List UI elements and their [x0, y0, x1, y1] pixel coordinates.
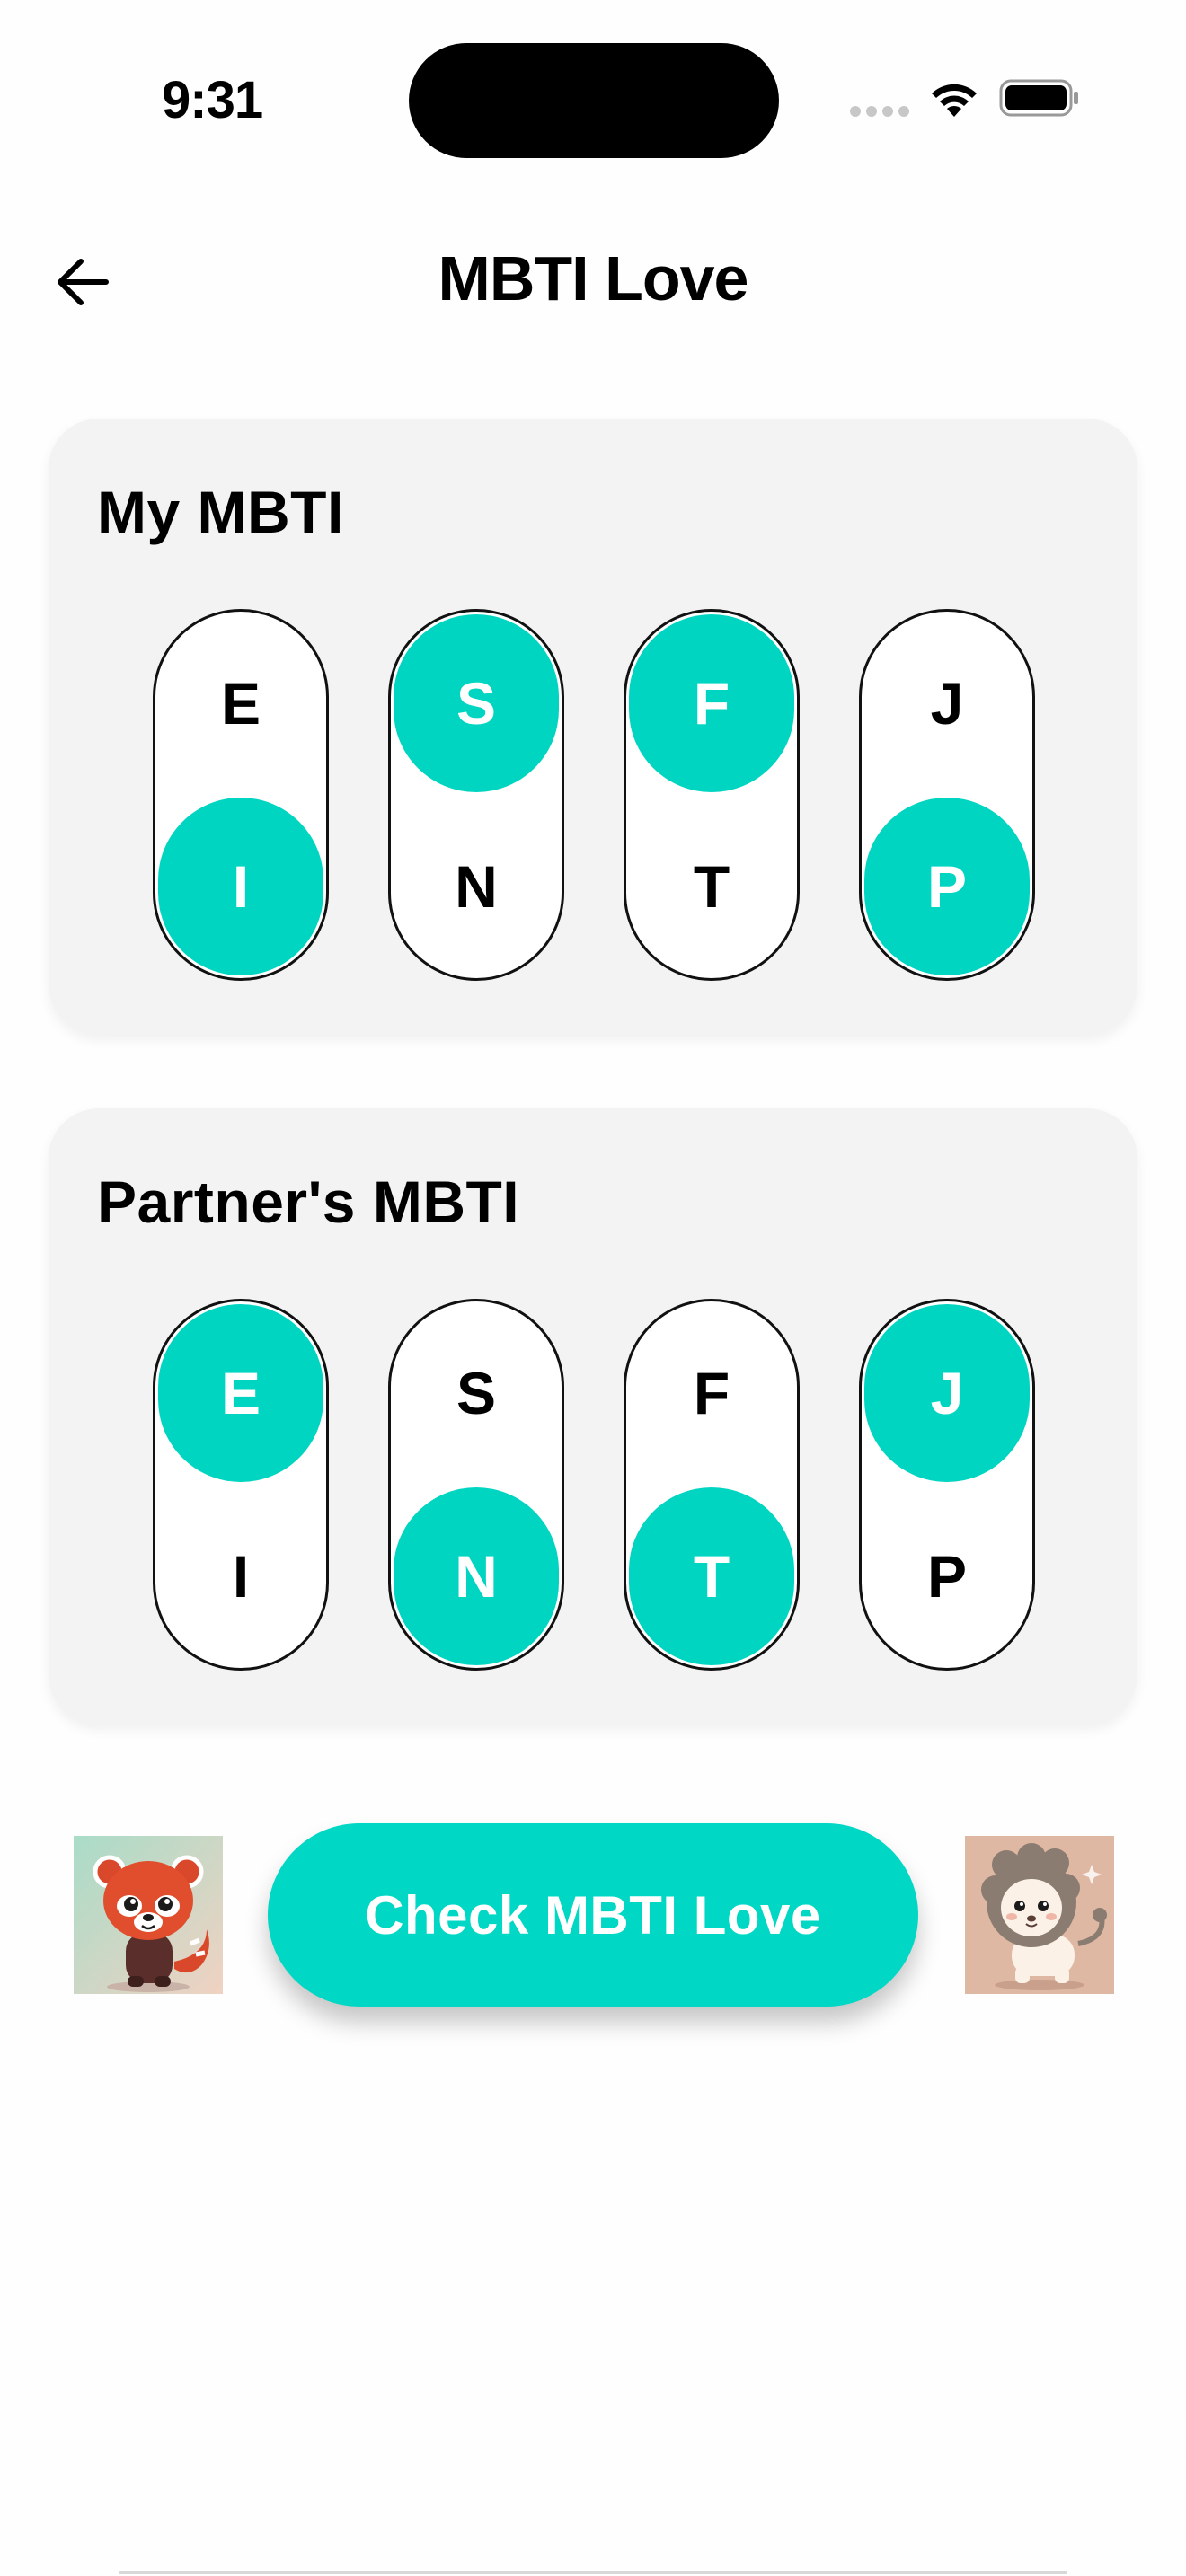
partner-mbti-title: Partner's MBTI — [97, 1169, 520, 1235]
my-option-i[interactable]: I — [158, 798, 323, 975]
partner-mbti-card: Partner's MBTI E I S N F T J P — [49, 1108, 1137, 1725]
partner-option-e[interactable]: E — [158, 1304, 323, 1482]
partner-option-n[interactable]: N — [394, 1487, 559, 1665]
my-sn-toggle[interactable]: S N — [388, 609, 564, 981]
home-indicator — [119, 2571, 1067, 2574]
partner-mbti-toggles: E I S N F T J P — [153, 1299, 1035, 1671]
my-option-f[interactable]: F — [629, 614, 794, 792]
my-option-t[interactable]: T — [629, 798, 794, 975]
partner-option-i[interactable]: I — [158, 1487, 323, 1665]
partner-ei-toggle[interactable]: E I — [153, 1299, 329, 1671]
status-time: 9:31 — [162, 71, 263, 129]
dynamic-island — [409, 43, 779, 158]
my-ei-toggle[interactable]: E I — [153, 609, 329, 981]
my-option-p[interactable]: P — [864, 798, 1030, 975]
my-ft-toggle[interactable]: F T — [624, 609, 800, 981]
my-jp-toggle[interactable]: J P — [859, 609, 1035, 981]
cellular-signal-icon — [850, 106, 911, 117]
my-mbti-toggles: E I S N F T J P — [153, 609, 1035, 981]
partner-option-f[interactable]: F — [629, 1304, 794, 1482]
partner-option-t[interactable]: T — [629, 1487, 794, 1665]
red-panda-avatar — [74, 1836, 223, 1994]
my-mbti-card: My MBTI E I S N F T J P — [49, 419, 1137, 1035]
my-mbti-title: My MBTI — [97, 479, 344, 545]
my-option-s[interactable]: S — [394, 614, 559, 792]
my-option-j[interactable]: J — [864, 614, 1030, 792]
partner-sn-toggle[interactable]: S N — [388, 1299, 564, 1671]
partner-ft-toggle[interactable]: F T — [624, 1299, 800, 1671]
partner-option-j[interactable]: J — [864, 1304, 1030, 1482]
partner-option-s[interactable]: S — [394, 1304, 559, 1482]
check-mbti-love-button[interactable]: Check MBTI Love — [268, 1823, 918, 2007]
my-option-e[interactable]: E — [158, 614, 323, 792]
partner-jp-toggle[interactable]: J P — [859, 1299, 1035, 1671]
lion-avatar — [965, 1836, 1114, 1994]
wifi-icon — [932, 84, 977, 117]
partner-option-p[interactable]: P — [864, 1487, 1030, 1665]
battery-icon — [999, 79, 1078, 117]
my-option-n[interactable]: N — [394, 798, 559, 975]
page-title: MBTI Love — [438, 243, 749, 313]
